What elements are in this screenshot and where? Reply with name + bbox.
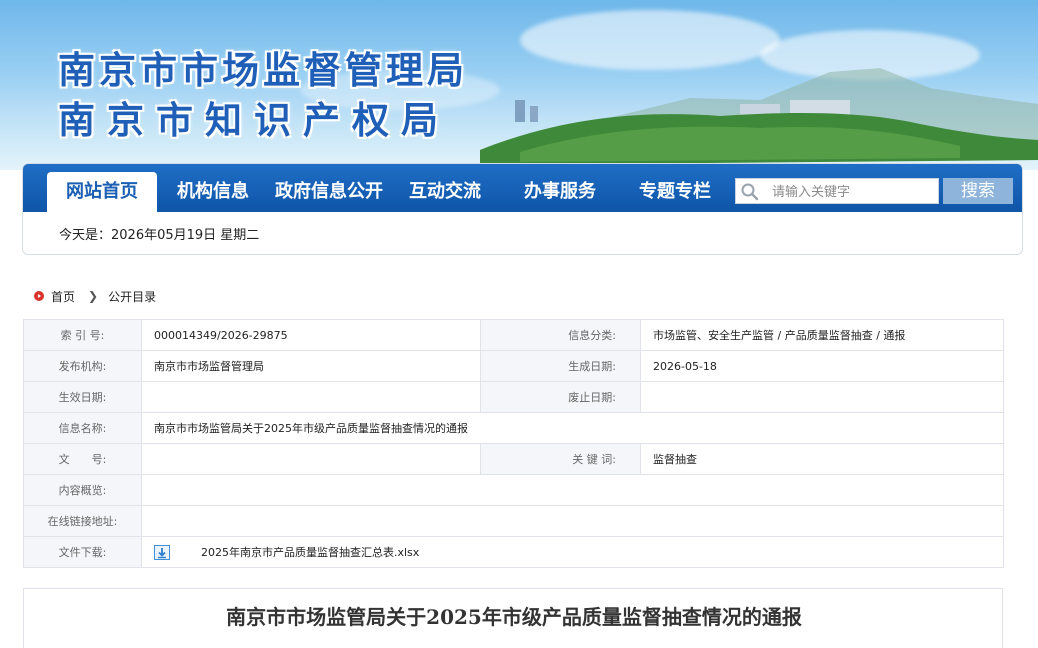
info-name-value: 南京市市场监管局关于2025年市级产品质量监督抽查情况的通报	[141, 412, 1004, 444]
expiry-date-label: 废止日期:	[480, 381, 641, 413]
table-row: 内容概览:	[23, 474, 1004, 506]
table-row: 发布机构: 南京市市场监督管理局 生成日期: 2026-05-18	[23, 350, 1004, 382]
breadcrumb-home[interactable]: 首页	[51, 288, 75, 305]
document-number-value	[141, 443, 481, 475]
breadcrumb: 首页 ❯ 公开目录	[34, 288, 156, 304]
online-link-value[interactable]	[141, 505, 1004, 537]
download-cell: 2025年南京市产品质量监督抽查汇总表.xlsx	[141, 536, 1004, 568]
search-box	[735, 178, 939, 204]
publisher-label: 发布机构:	[23, 350, 142, 382]
table-row: 在线链接地址:	[23, 505, 1004, 537]
table-row: 文件下载: 2025年南京市产品质量监督抽查汇总表.xlsx	[23, 536, 1004, 568]
main-nav: 网站首页 机构信息 政府信息公开 互动交流 办事服务 专题专栏 搜索	[23, 164, 1022, 212]
nav-item-interaction[interactable]: 互动交流	[405, 172, 485, 212]
breadcrumb-current[interactable]: 公开目录	[108, 288, 156, 305]
effective-date-label: 生效日期:	[23, 381, 142, 413]
download-label: 文件下载:	[23, 536, 142, 568]
nav-item-services[interactable]: 办事服务	[520, 172, 600, 212]
table-row: 生效日期: 废止日期:	[23, 381, 1004, 413]
online-link-label: 在线链接地址:	[23, 505, 142, 537]
document-info-table: 索 引 号: 000014349/2026-29875 信息分类: 市场监管、安…	[23, 319, 1004, 568]
site-title-market-supervision: 南京市市场监督管理局	[58, 48, 468, 92]
table-row: 信息名称: 南京市市场监管局关于2025年市级产品质量监督抽查情况的通报	[23, 412, 1004, 444]
created-date-value: 2026-05-18	[640, 350, 1004, 382]
nav-item-topics[interactable]: 专题专栏	[635, 172, 715, 212]
search-icon	[741, 183, 759, 201]
effective-date-value	[141, 381, 481, 413]
home-icon	[34, 291, 44, 301]
expiry-date-value	[640, 381, 1004, 413]
document-number-label: 文 号:	[23, 443, 142, 475]
nav-item-organization[interactable]: 机构信息	[173, 172, 253, 212]
navigation-panel: 网站首页 机构信息 政府信息公开 互动交流 办事服务 专题专栏 搜索 今天是：2…	[22, 163, 1023, 255]
category-label: 信息分类:	[480, 319, 641, 351]
keywords-value: 监督抽查	[640, 443, 1004, 475]
chevron-right-icon: ❯	[88, 289, 99, 303]
index-value: 000014349/2026-29875	[141, 319, 481, 351]
created-date-label: 生成日期:	[480, 350, 641, 382]
download-file-link[interactable]: 2025年南京市产品质量监督抽查汇总表.xlsx	[201, 546, 419, 559]
table-row: 索 引 号: 000014349/2026-29875 信息分类: 市场监管、安…	[23, 319, 1004, 351]
info-name-label: 信息名称:	[23, 412, 142, 444]
site-title-intellectual-property: 南京市知识产权局	[58, 98, 450, 142]
article-title: 南京市市场监管局关于2025年市级产品质量监督抽查情况的通报	[226, 605, 802, 629]
nav-item-home[interactable]: 网站首页	[47, 172, 157, 212]
summary-value	[141, 474, 1004, 506]
publisher-value: 南京市市场监督管理局	[141, 350, 481, 382]
search-button[interactable]: 搜索	[943, 178, 1013, 204]
summary-label: 内容概览:	[23, 474, 142, 506]
site-banner: 南京市市场监督管理局 南京市知识产权局	[0, 0, 1038, 170]
keywords-label: 关 键 词:	[480, 443, 641, 475]
download-icon[interactable]	[154, 545, 170, 561]
category-value: 市场监管、安全生产监管 / 产品质量监督抽查 / 通报	[640, 319, 1004, 351]
index-label: 索 引 号:	[23, 319, 142, 351]
table-row: 文 号: 关 键 词: 监督抽查	[23, 443, 1004, 475]
nav-item-gov-disclosure[interactable]: 政府信息公开	[273, 172, 385, 212]
article-container: 南京市市场监管局关于2025年市级产品质量监督抽查情况的通报	[23, 588, 1003, 648]
search-input[interactable]	[772, 182, 932, 202]
current-date: 今天是：2026年05月19日 星期二	[59, 228, 260, 243]
